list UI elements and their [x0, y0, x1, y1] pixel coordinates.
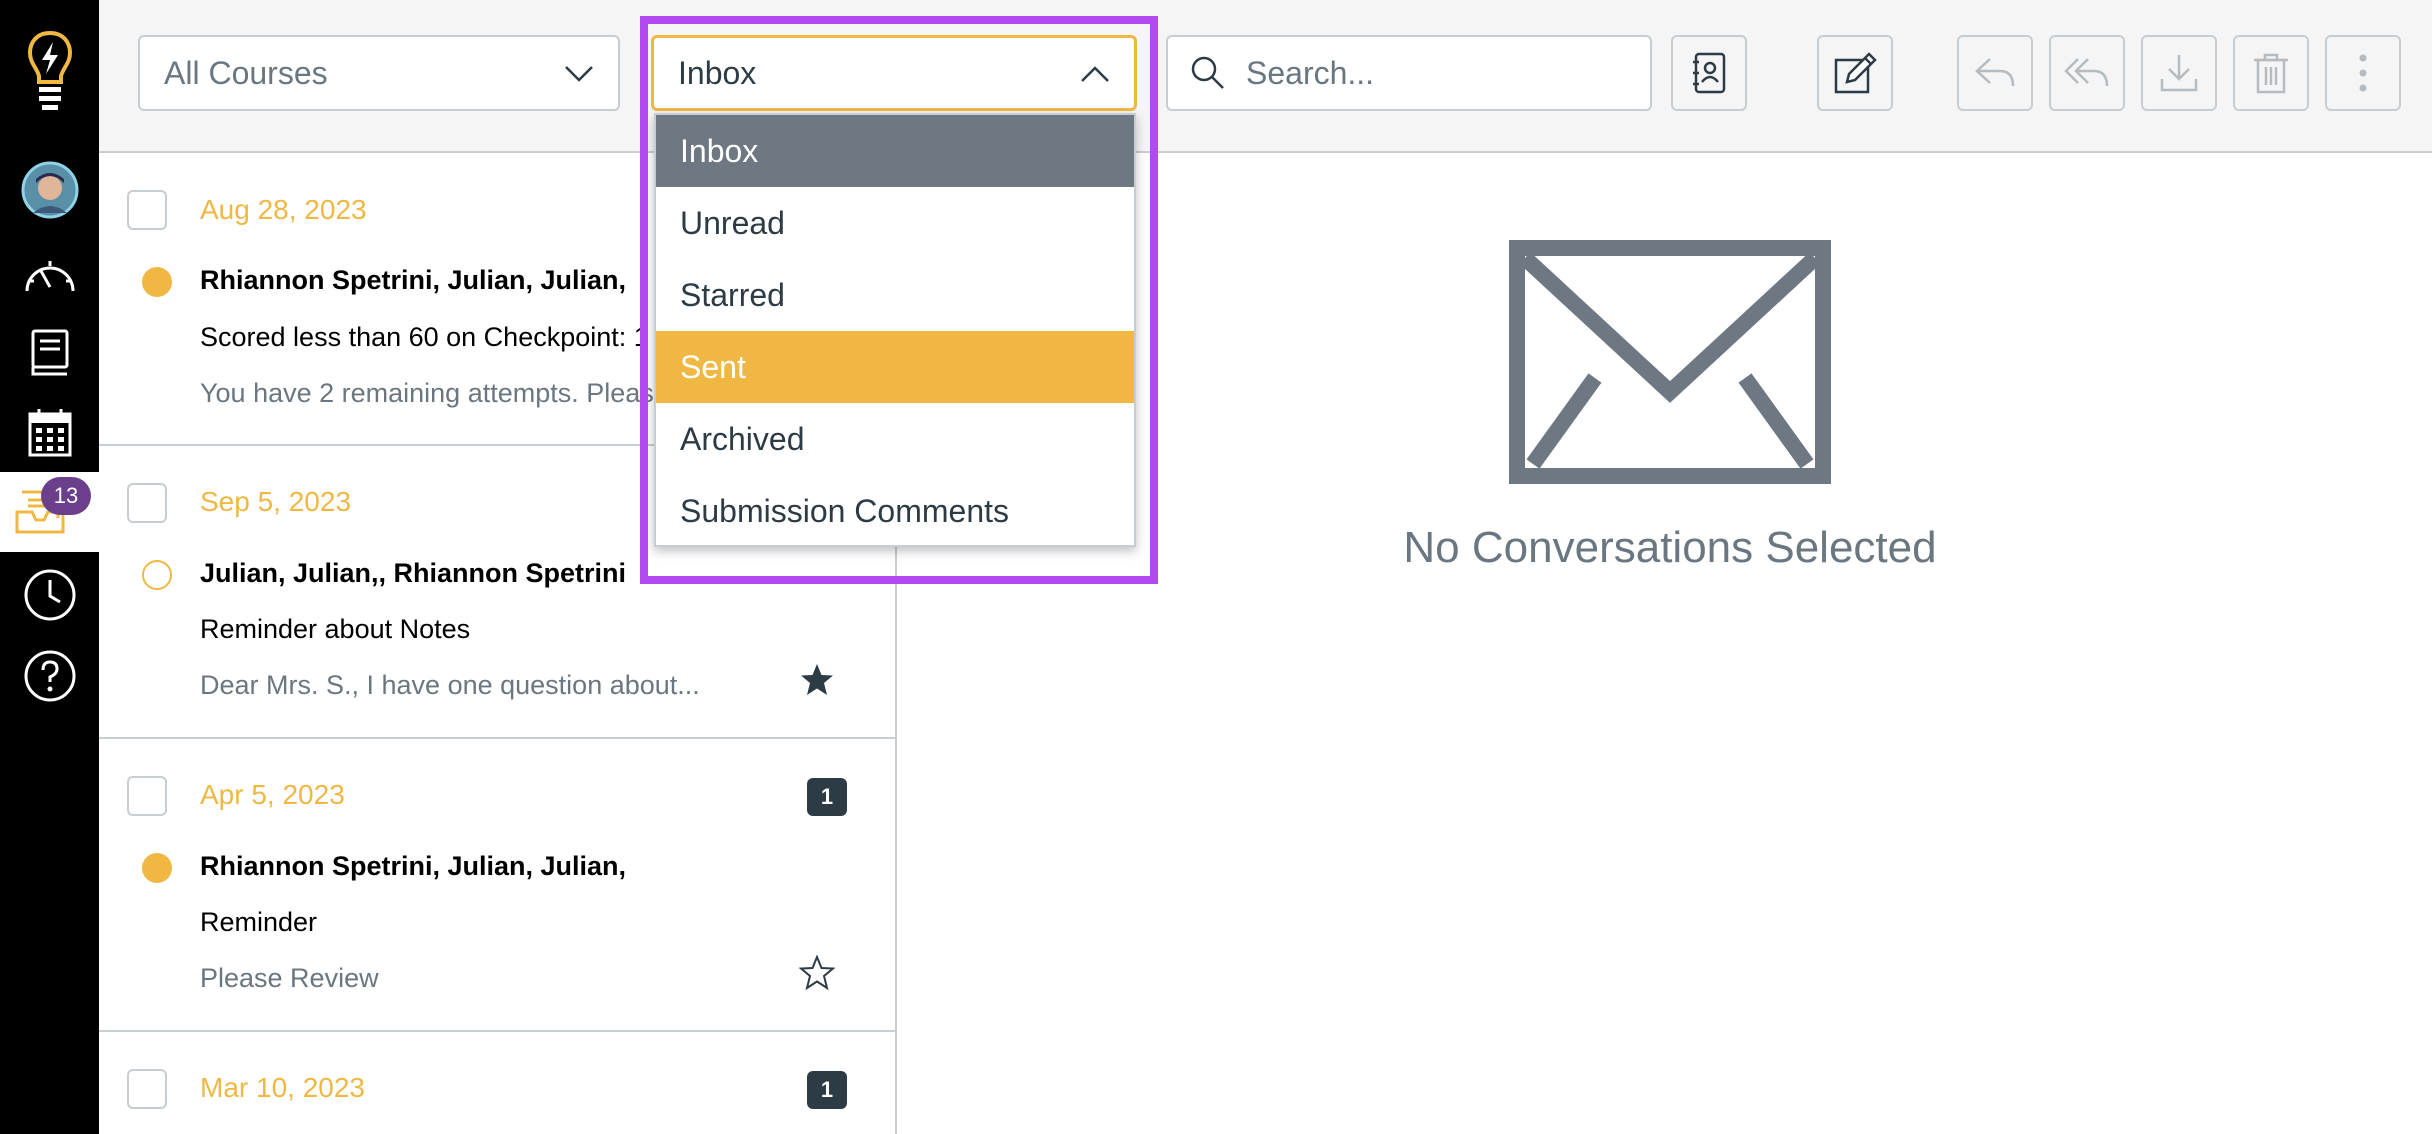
empty-state-title: No Conversations Selected	[1403, 523, 1937, 572]
conversation-date: Apr 5, 2023	[200, 779, 345, 810]
chevron-down-icon	[565, 66, 593, 82]
global-navigation: 13	[0, 0, 99, 1134]
mailbox-option-inbox[interactable]: Inbox	[656, 115, 1134, 187]
reply-icon	[1975, 58, 2015, 87]
mailbox-option-unread[interactable]: Unread	[656, 187, 1134, 259]
star-filled-icon[interactable]	[799, 662, 835, 698]
reply-all-icon	[2064, 58, 2109, 87]
select-checbox[interactable]	[127, 776, 167, 816]
conversation-subject: Reminder about Notes	[200, 614, 471, 644]
message-count-badge: 1	[807, 1071, 847, 1109]
search-input[interactable]: Search...	[1166, 35, 1652, 111]
unread-indicator[interactable]	[142, 853, 172, 883]
conversation-date: Aug 28, 2023	[200, 194, 367, 225]
mailbox-filter-value: Inbox	[678, 54, 757, 91]
account-avatar[interactable]	[0, 150, 99, 230]
help-icon[interactable]	[0, 636, 99, 716]
select-checkbox[interactable]	[127, 190, 167, 230]
mailbox-dropdown-menu: Inbox Unread Starred Sent Archived Submi…	[654, 113, 1136, 547]
address-book-icon	[1693, 52, 1726, 94]
address-book-button[interactable]	[1671, 35, 1747, 111]
conversation-preview: Dear Mrs. S., I have one question about.…	[200, 670, 700, 700]
download-icon	[2160, 55, 2198, 92]
trash-icon	[2254, 53, 2288, 94]
mailbox-option-sent[interactable]: Sent	[656, 331, 1134, 403]
search-icon	[1191, 56, 1224, 89]
archive-download-button[interactable]	[2141, 35, 2217, 111]
envelope-icon	[1509, 240, 1831, 484]
conversation-participants: Julian, Julian,, Rhiannon Spetrini	[200, 558, 627, 588]
message-count-badge: 1	[807, 778, 847, 816]
conversation-subject: Reminder	[200, 907, 318, 937]
mailbox-option-submission-comments[interactable]: Submission Comments	[656, 475, 1134, 547]
compose-button[interactable]	[1817, 35, 1893, 111]
mailbox-filter-select[interactable]: Inbox	[651, 35, 1137, 111]
dashboard-icon[interactable]	[0, 235, 99, 315]
mailbox-option-archived[interactable]: Archived	[656, 403, 1134, 475]
unread-count-badge: 13	[41, 477, 91, 515]
calendar-icon[interactable]	[0, 393, 99, 473]
reply-all-button[interactable]	[2049, 35, 2125, 111]
history-clock-icon[interactable]	[0, 555, 99, 635]
mailbox-option-starred[interactable]: Starred	[656, 259, 1134, 331]
chevron-up-icon	[1081, 66, 1109, 82]
conversation-date: Sep 5, 2023	[200, 486, 352, 517]
conversation-date: Mar 10, 2023	[200, 1072, 365, 1103]
more-options-button[interactable]	[2325, 35, 2401, 111]
more-vertical-icon	[2359, 54, 2367, 92]
conversation-item[interactable]: Mar 10, 2023 1	[99, 1032, 895, 1134]
course-filter-value: All Courses	[164, 54, 328, 91]
select-checkbox[interactable]	[127, 1069, 167, 1109]
course-filter-select[interactable]: All Courses	[138, 35, 620, 111]
compose-icon	[1834, 52, 1877, 94]
conversation-item[interactable]: Apr 5, 2023 1 Rhiannon Spetrini, Julian,…	[99, 739, 895, 1032]
conversation-participants: Rhiannon Spetrini, Julian, Julian,	[200, 851, 627, 881]
star-outline-icon[interactable]	[799, 955, 835, 991]
unread-indicator[interactable]	[142, 267, 172, 297]
select-checkbox[interactable]	[127, 483, 167, 523]
courses-icon[interactable]	[0, 313, 99, 393]
delete-button[interactable]	[2233, 35, 2309, 111]
read-indicator[interactable]	[142, 560, 172, 590]
inbox-toolbar: All Courses Inbox Search...	[99, 0, 2432, 153]
logo-lightbulb-icon[interactable]	[0, 0, 99, 142]
conversation-participants: Rhiannon Spetrini, Julian, Julian,	[200, 265, 627, 295]
reply-button[interactable]	[1957, 35, 2033, 111]
search-placeholder: Search...	[1246, 54, 1375, 91]
conversation-preview: Please Review	[200, 963, 379, 993]
